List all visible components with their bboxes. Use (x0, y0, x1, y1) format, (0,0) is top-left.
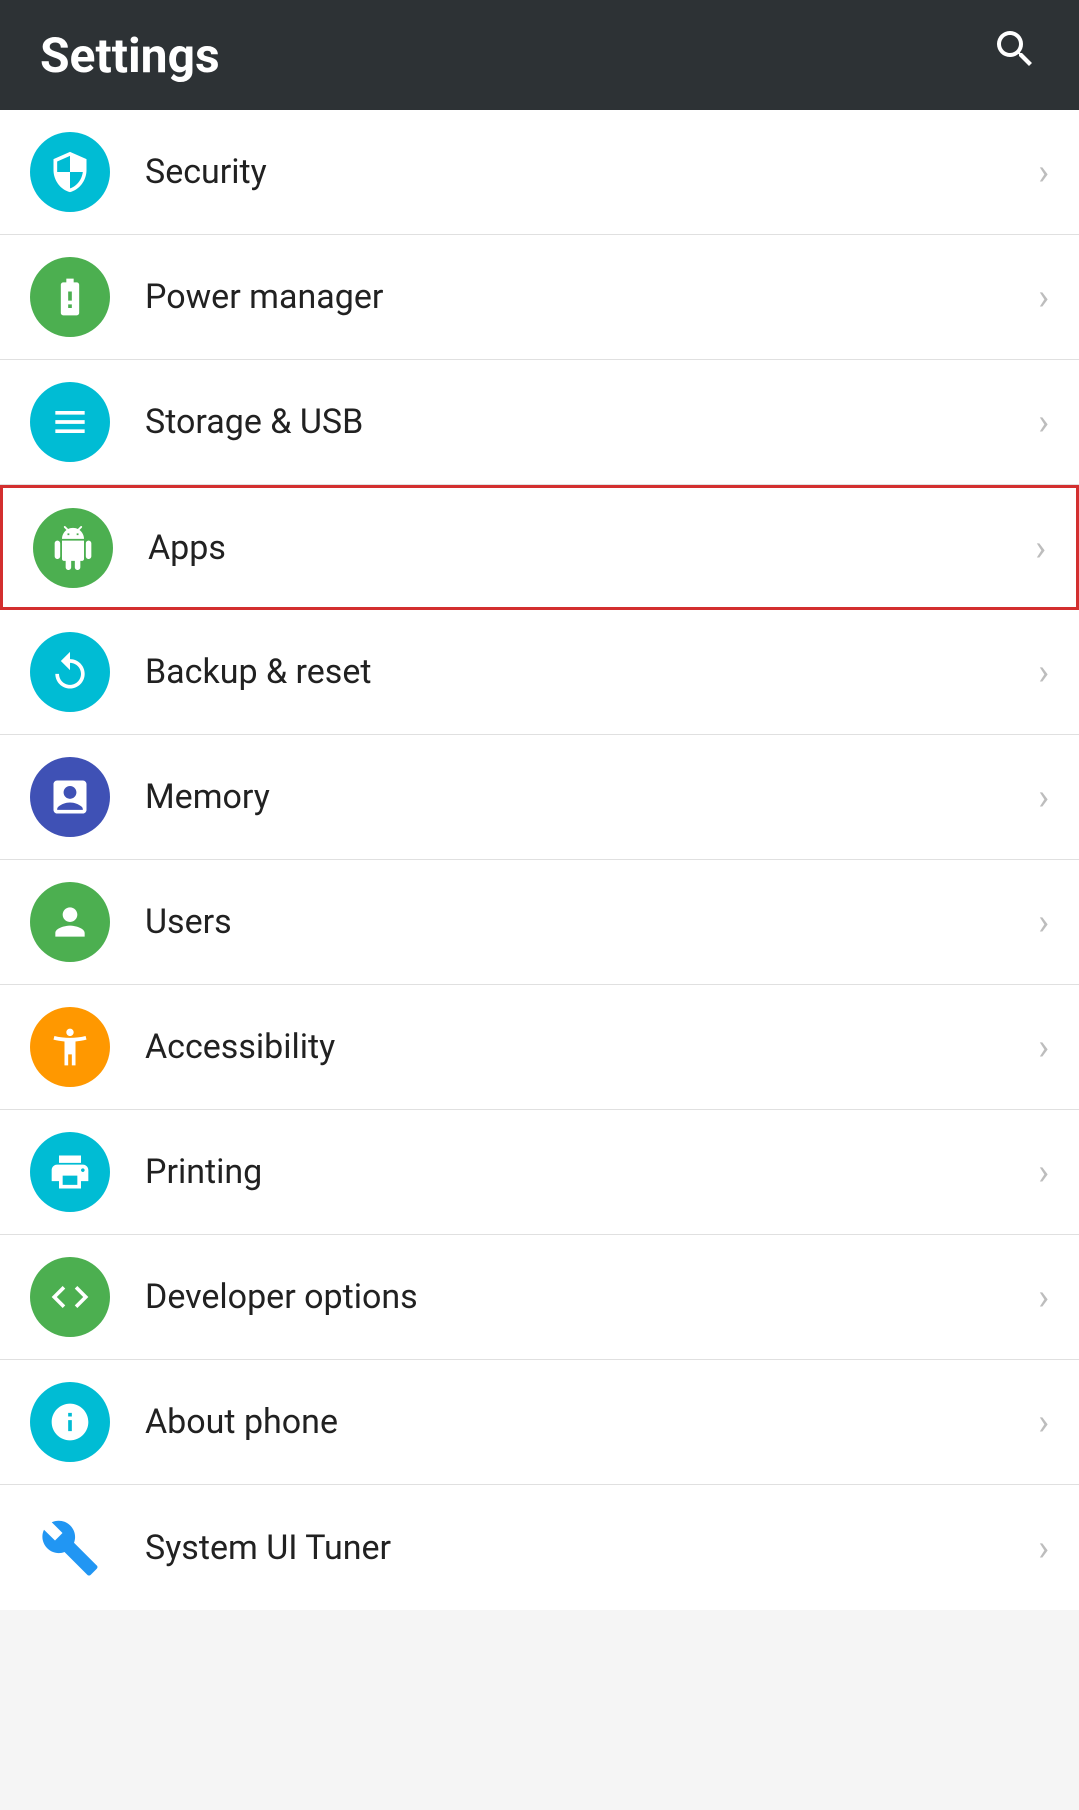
security-chevron: › (1038, 151, 1049, 193)
memory-label: Memory (145, 777, 1028, 817)
security-label: Security (145, 152, 1028, 192)
backup-reset-chevron: › (1038, 651, 1049, 693)
system-ui-tuner-icon (30, 1508, 110, 1588)
settings-item-accessibility[interactable]: Accessibility › (0, 985, 1079, 1110)
settings-item-printing[interactable]: Printing › (0, 1110, 1079, 1235)
search-icon[interactable] (991, 25, 1039, 85)
backup-reset-icon (30, 632, 110, 712)
users-icon (30, 882, 110, 962)
power-manager-icon (30, 257, 110, 337)
system-ui-tuner-chevron: › (1038, 1527, 1049, 1569)
apps-icon (33, 508, 113, 588)
printing-icon (30, 1132, 110, 1212)
printing-label: Printing (145, 1152, 1028, 1192)
backup-reset-label: Backup & reset (145, 652, 1028, 692)
settings-item-users[interactable]: Users › (0, 860, 1079, 985)
memory-chevron: › (1038, 776, 1049, 818)
settings-item-apps[interactable]: Apps › (0, 485, 1079, 610)
accessibility-icon (30, 1007, 110, 1087)
accessibility-chevron: › (1038, 1026, 1049, 1068)
users-label: Users (145, 902, 1028, 942)
about-phone-label: About phone (145, 1402, 1028, 1442)
developer-options-icon (30, 1257, 110, 1337)
settings-item-about-phone[interactable]: About phone › (0, 1360, 1079, 1485)
settings-item-power-manager[interactable]: Power manager › (0, 235, 1079, 360)
settings-item-system-ui-tuner[interactable]: System UI Tuner › (0, 1485, 1079, 1610)
power-manager-label: Power manager (145, 277, 1028, 317)
printing-chevron: › (1038, 1151, 1049, 1193)
developer-options-label: Developer options (145, 1277, 1028, 1317)
security-icon (30, 132, 110, 212)
settings-item-memory[interactable]: Memory › (0, 735, 1079, 860)
users-chevron: › (1038, 901, 1049, 943)
accessibility-label: Accessibility (145, 1027, 1028, 1067)
page-title: Settings (40, 27, 220, 84)
settings-list: Security › Power manager › Storage & USB… (0, 110, 1079, 1610)
about-phone-chevron: › (1038, 1401, 1049, 1443)
developer-options-chevron: › (1038, 1276, 1049, 1318)
settings-item-backup-reset[interactable]: Backup & reset › (0, 610, 1079, 735)
memory-icon (30, 757, 110, 837)
about-phone-icon (30, 1382, 110, 1462)
apps-label: Apps (148, 528, 1025, 568)
storage-usb-chevron: › (1038, 401, 1049, 443)
settings-item-developer-options[interactable]: Developer options › (0, 1235, 1079, 1360)
apps-chevron: › (1035, 527, 1046, 569)
settings-item-security[interactable]: Security › (0, 110, 1079, 235)
settings-item-storage-usb[interactable]: Storage & USB › (0, 360, 1079, 485)
storage-usb-label: Storage & USB (145, 402, 1028, 442)
storage-usb-icon (30, 382, 110, 462)
system-ui-tuner-label: System UI Tuner (145, 1528, 1028, 1568)
app-header: Settings (0, 0, 1079, 110)
power-manager-chevron: › (1038, 276, 1049, 318)
